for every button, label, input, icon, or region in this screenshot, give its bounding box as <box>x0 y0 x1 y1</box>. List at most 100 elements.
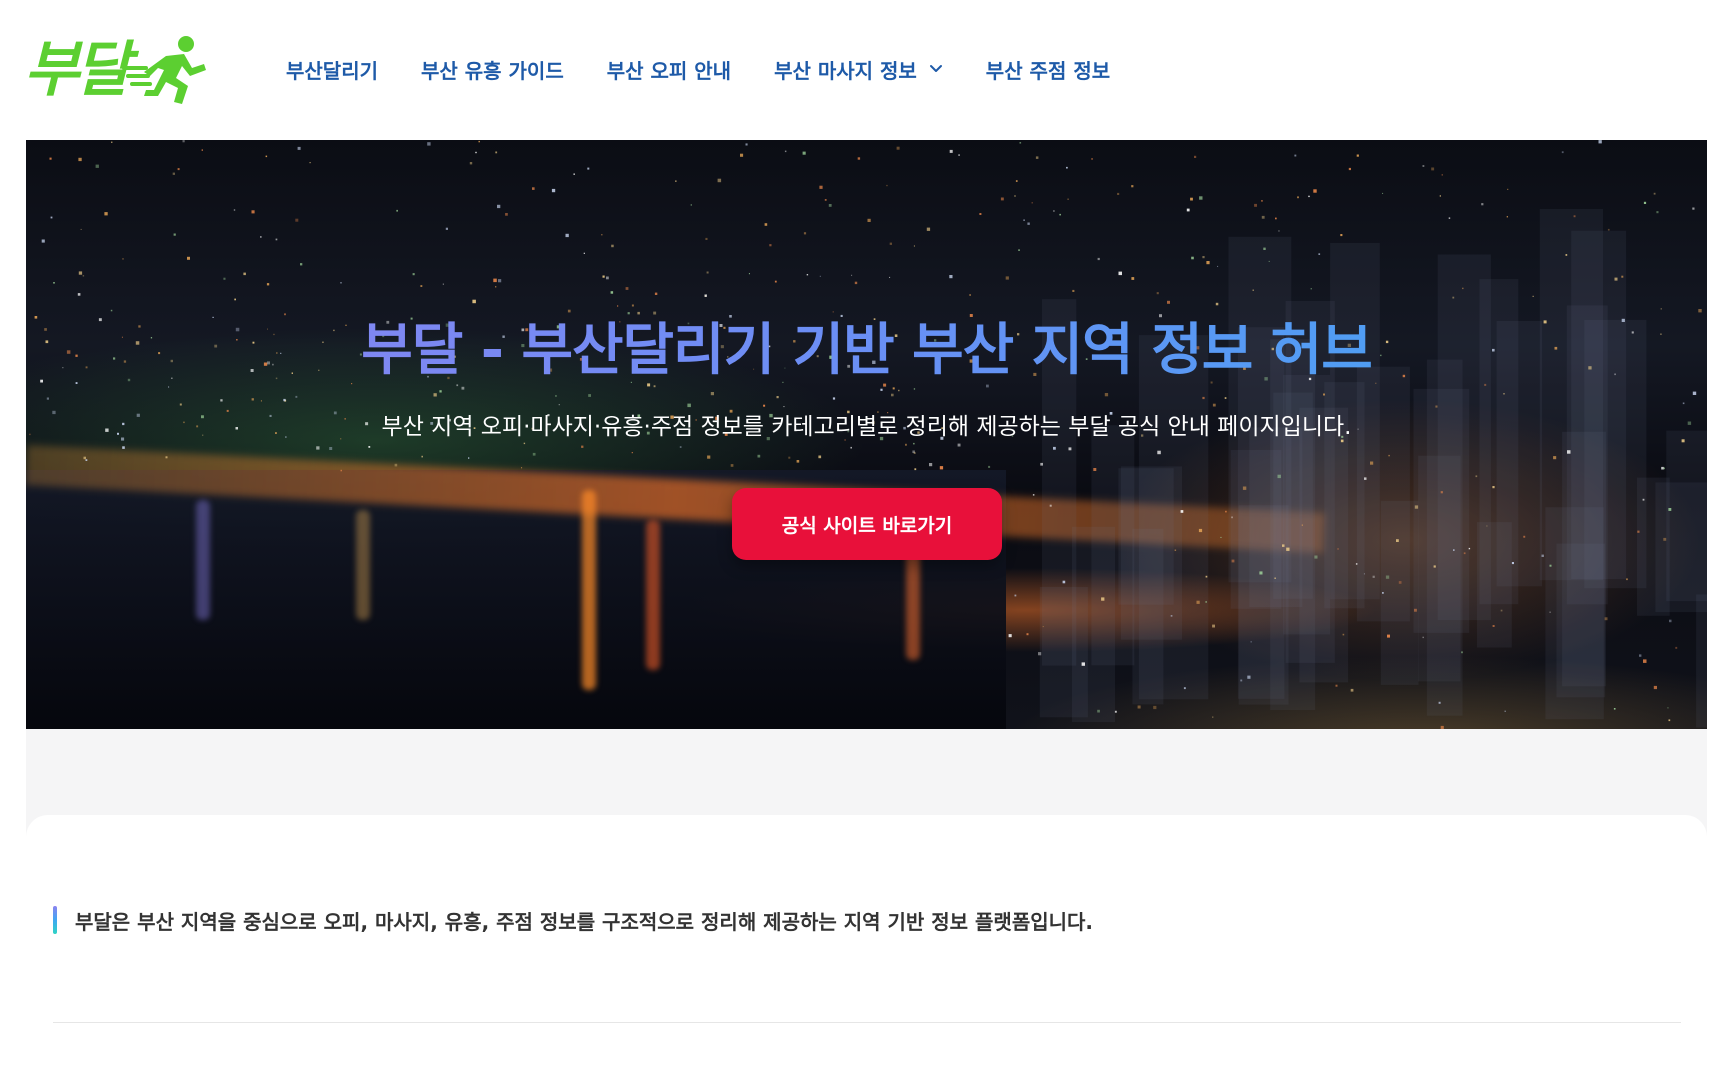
city-light <box>1342 633 1345 636</box>
city-light <box>1117 192 1120 195</box>
city-light <box>1027 222 1030 225</box>
city-light <box>1567 450 1571 454</box>
intro-quote: 부달은 부산 지역을 중심으로 오피, 마사지, 유흥, 주점 정보를 구조적으… <box>53 906 1093 934</box>
city-light <box>394 463 398 467</box>
city-light <box>1062 580 1066 584</box>
city-light <box>1463 552 1466 555</box>
city-light <box>177 168 180 171</box>
city-light <box>223 277 226 280</box>
city-light <box>913 442 915 445</box>
hero-banner: 부달 - 부산달리기 기반 부산 지역 정보 허브 부산 지역 오피·마사지·유… <box>26 140 1707 729</box>
city-light <box>1026 633 1029 636</box>
city-light <box>710 392 714 396</box>
city-light <box>581 445 584 448</box>
nav-item-op-guide[interactable]: 부산 오피 안내 <box>607 55 731 84</box>
city-light <box>46 397 49 400</box>
city-light <box>1042 626 1044 628</box>
city-light <box>1282 544 1285 547</box>
city-light <box>475 151 477 154</box>
city-light <box>396 209 398 212</box>
city-light <box>1217 265 1219 267</box>
city-light <box>1565 254 1568 256</box>
city-light <box>1031 202 1033 204</box>
city-light <box>433 393 437 397</box>
city-light <box>468 457 470 459</box>
site-logo[interactable]: 부달 <box>24 30 264 110</box>
city-light <box>187 256 190 260</box>
city-light <box>1118 271 1122 276</box>
building-silhouette <box>1637 477 1670 616</box>
city-light <box>1682 402 1685 405</box>
city-light <box>1370 461 1374 465</box>
city-light <box>233 209 236 211</box>
city-light <box>850 446 852 449</box>
city-light <box>1274 577 1276 579</box>
water-reflection <box>356 510 370 620</box>
city-light <box>939 466 944 470</box>
city-light <box>266 283 270 286</box>
city-light <box>551 188 556 193</box>
city-light <box>1439 195 1441 197</box>
city-light <box>1441 174 1443 176</box>
city-light <box>1382 192 1384 194</box>
city-light <box>1170 615 1173 617</box>
nav-item-busan-running[interactable]: 부산달리기 <box>286 55 378 84</box>
chevron-down-icon[interactable] <box>929 64 943 74</box>
city-light <box>892 387 895 390</box>
city-light <box>469 162 473 165</box>
city-light <box>1023 219 1025 221</box>
city-light <box>472 299 476 304</box>
city-light <box>602 275 605 278</box>
city-light <box>1396 539 1399 542</box>
city-light <box>1511 562 1514 565</box>
city-light <box>1507 188 1509 190</box>
city-light <box>498 279 502 283</box>
nav-item-label: 부산 오피 안내 <box>606 58 732 83</box>
city-light <box>220 399 223 402</box>
city-light <box>1278 230 1280 232</box>
city-light <box>1607 228 1610 231</box>
city-light <box>896 146 900 150</box>
city-light <box>1008 634 1012 638</box>
city-light <box>631 452 633 454</box>
city-light <box>1692 391 1697 395</box>
city-light <box>104 212 108 216</box>
city-light <box>828 204 832 207</box>
nav-item-massage-info[interactable]: 부산 마사지 정보 <box>774 55 943 84</box>
city-light <box>251 398 254 401</box>
city-light <box>867 218 871 222</box>
nav-item-entertainment-guide[interactable]: 부산 유흥 가이드 <box>421 55 564 84</box>
city-light <box>1114 710 1117 713</box>
city-light <box>316 446 320 450</box>
city-light <box>80 228 82 230</box>
city-light <box>1481 203 1484 206</box>
city-light <box>1231 516 1233 519</box>
city-light <box>1663 467 1665 470</box>
city-light <box>1356 154 1359 157</box>
city-light <box>412 273 415 276</box>
city-light <box>1198 528 1203 533</box>
city-light <box>1503 393 1505 395</box>
city-light <box>1191 256 1194 260</box>
city-light <box>1626 578 1628 581</box>
city-light <box>1355 563 1358 565</box>
city-light <box>111 141 113 143</box>
city-light <box>1492 625 1495 627</box>
city-light <box>913 245 915 247</box>
city-light <box>769 244 772 247</box>
city-light <box>675 180 677 182</box>
city-light <box>1059 213 1061 216</box>
city-light <box>421 455 423 458</box>
nav-item-bar-info[interactable]: 부산 주점 정보 <box>986 55 1110 84</box>
city-light <box>1549 611 1551 613</box>
city-light <box>969 294 971 296</box>
city-light <box>1194 155 1197 158</box>
city-light <box>740 153 744 157</box>
city-light <box>1097 709 1100 713</box>
city-light <box>1212 624 1215 628</box>
city-light <box>265 155 268 158</box>
city-light <box>606 276 609 280</box>
city-light <box>1653 192 1656 195</box>
official-site-button[interactable]: 공식 사이트 바로가기 <box>732 488 1002 560</box>
city-light <box>260 400 262 402</box>
